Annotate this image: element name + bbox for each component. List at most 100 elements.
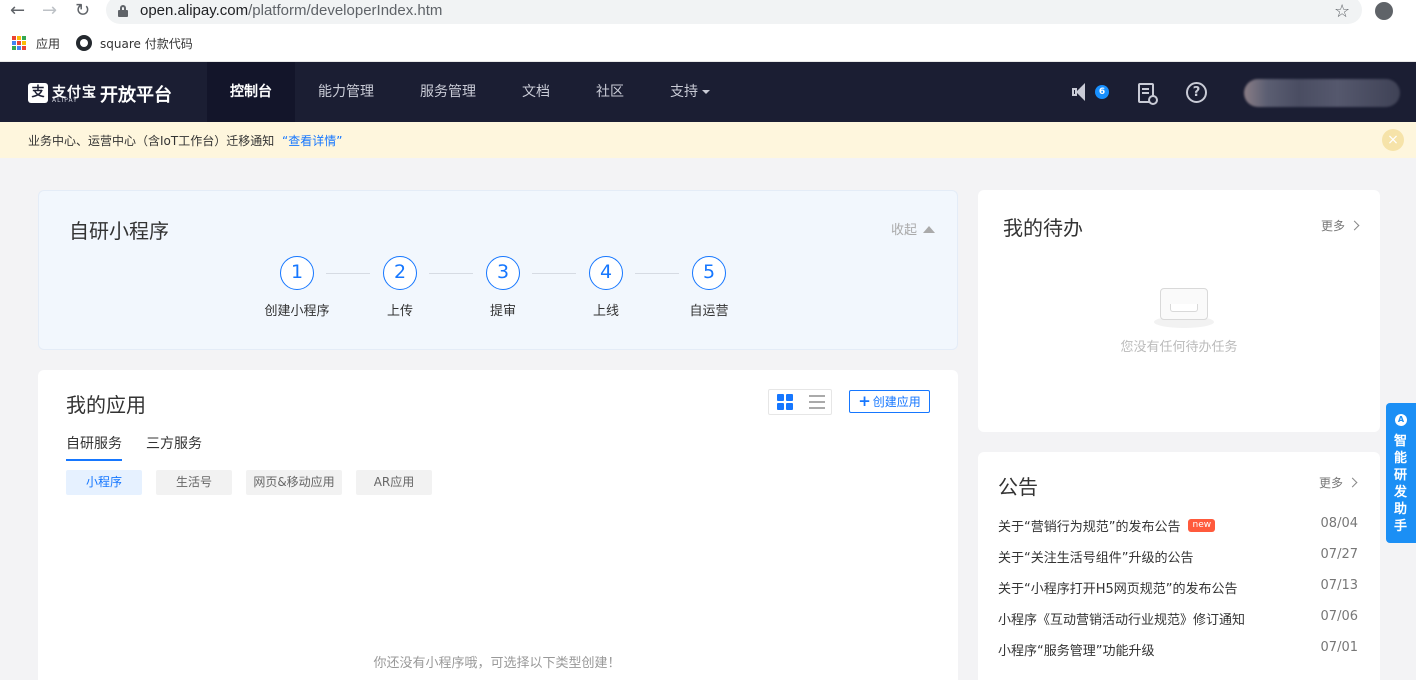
profile-icon[interactable] [1375,2,1393,20]
card-title: 我的应用 [66,393,146,417]
announcement-date: 07/06 [1320,609,1358,624]
announcement-title-text: 关于“营销行为规范”的发布公告 [998,520,1181,535]
step-5-label: 自运营 [689,304,729,319]
reload-icon[interactable]: ↻ [75,2,90,20]
step-4-label: 上线 [592,304,619,319]
caret-up-icon [923,226,936,233]
url-path: /platform/developerIndex.htm [248,2,443,19]
forward-arrow-icon[interactable]: → [42,2,57,20]
announcements-card: 公告 更多 关于“营销行为规范”的发布公告 new 08/04 关于“关注生活号组… [978,452,1380,680]
assistant-label: 智能研发助手 [1394,434,1408,534]
notification-count-badge: 6 [1095,85,1109,99]
card-title: 公告 [998,475,1038,499]
my-apps-card: 我的应用 + 创建应用 自研服务 三方服务 小程序 生活号 网页&移动应用 AR应… [38,370,958,680]
step-connector [532,273,576,274]
bookmark-square-payment-code[interactable]: square 付款代码 [100,35,193,52]
step-3-circle: 3 [486,256,520,290]
tab-third-party[interactable]: 三方服务 [146,433,202,459]
step-connector [326,273,370,274]
create-app-button[interactable]: + 创建应用 [849,390,930,413]
chip-ar[interactable]: AR应用 [356,470,432,495]
nav-tab-support[interactable]: 支持 [658,62,722,122]
collapse-label: 收起 [891,223,918,238]
step-4-circle: 4 [589,256,623,290]
nav-tab-community[interactable]: 社区 [580,62,640,122]
assistant-icon: A [1395,414,1407,426]
empty-todo-message: 您没有任何待办任务 [1120,340,1238,355]
nav-tab-capability[interactable]: 能力管理 [305,62,387,122]
announcement-date: 08/04 [1320,516,1358,531]
announcement-title: 小程序《互动营销活动行业规范》修订通知 [998,613,1246,628]
close-icon[interactable]: × [1382,129,1404,151]
address-bar[interactable]: open.alipay.com/platform/developerIndex.… [106,0,1362,24]
announcement-item[interactable]: 小程序“服务管理”功能升级 07/01 [998,640,1358,660]
announcement-title: 关于“小程序打开H5网页规范”的发布公告 [998,582,1238,597]
empty-apps-message: 你还没有小程序哦，可选择以下类型创建！ [373,656,621,671]
card-title: 我的待办 [1003,216,1083,240]
url-host: open.alipay.com [140,2,249,19]
lock-icon [118,5,128,17]
bookmarks-bar: 应用 square 付款代码 [0,24,1416,62]
create-app-label: 创建应用 [872,395,921,409]
nav-tab-service[interactable]: 服务管理 [407,62,489,122]
chip-web-mobile[interactable]: 网页&移动应用 [246,470,342,495]
step-2-circle: 2 [383,256,417,290]
step-connector [635,273,679,274]
speaker-icon[interactable] [1072,83,1092,101]
apps-grid-icon[interactable] [12,36,26,50]
notice-bar: 业务中心、运营中心（含IoT工作台）迁移通知 “查看详情” × [0,122,1416,158]
chip-miniprogram[interactable]: 小程序 [66,470,142,495]
announcements-more-link[interactable]: 更多 [1319,474,1358,491]
step-2-label: 上传 [386,304,413,319]
step-1-label: 创建小程序 [264,304,330,319]
announcement-item[interactable]: 关于“小程序打开H5网页规范”的发布公告 07/13 [998,578,1358,598]
app-header: 支 支付宝 ALIPAY 开放平台 控制台 能力管理 服务管理 文档 社区 支持… [0,62,1416,122]
bookmark-star-icon[interactable]: ☆ [1334,1,1350,22]
more-label: 更多 [1319,476,1344,490]
nav-tab-label: 控制台 [230,84,272,100]
chevron-right-icon [1347,477,1358,488]
tab-self-developed[interactable]: 自研服务 [66,433,122,461]
nav-tab-label: 文档 [522,84,550,100]
plus-icon: + [858,392,871,410]
step-1-circle: 1 [280,256,314,290]
chevron-right-icon [1349,220,1360,231]
list-view-icon[interactable] [809,395,825,409]
announcement-date: 07/27 [1320,547,1358,562]
clock-icon [1148,95,1158,105]
todo-more-link[interactable]: 更多 [1321,217,1360,234]
announcement-title: 关于“营销行为规范”的发布公告 new [998,516,1216,535]
announcement-date: 07/13 [1320,578,1358,593]
chip-lifestyle[interactable]: 生活号 [156,470,232,495]
card-title: 自研小程序 [69,219,169,243]
grid-view-icon[interactable] [777,394,793,410]
nav-tab-label: 社区 [596,84,624,100]
github-icon [76,35,92,51]
more-label: 更多 [1321,219,1346,233]
chevron-down-icon [702,90,710,94]
new-badge: new [1188,519,1216,532]
nav-tab-label: 服务管理 [420,84,476,100]
nav-tab-console[interactable]: 控制台 [207,62,295,122]
bookmark-apps[interactable]: 应用 [36,35,60,52]
notice-details-link[interactable]: “查看详情” [282,132,342,149]
back-arrow-icon[interactable]: ← [10,2,25,20]
url-text[interactable]: open.alipay.com/platform/developerIndex.… [140,2,442,19]
announcement-title: 关于“关注生活号组件”升级的公告 [998,551,1194,566]
alipay-logo-icon: 支 [28,83,48,103]
nav-tab-docs[interactable]: 文档 [506,62,566,122]
announcement-item[interactable]: 小程序《互动营销活动行业规范》修订通知 07/06 [998,609,1358,629]
smart-assistant-tab[interactable]: A 智能研发助手 [1386,403,1416,543]
platform-title[interactable]: 开放平台 [100,81,172,107]
step-connector [429,273,473,274]
announcement-item[interactable]: 关于“营销行为规范”的发布公告 new 08/04 [998,516,1358,536]
collapse-button[interactable]: 收起 [891,219,936,238]
miniprogram-steps-card: 自研小程序 收起 1 2 3 4 5 创建小程序 上传 提审 上线 自运营 [38,190,958,350]
nav-tab-label: 支持 [670,84,698,100]
announcement-item[interactable]: 关于“关注生活号组件”升级的公告 07/27 [998,547,1358,567]
help-icon[interactable]: ? [1186,82,1207,103]
view-toggle [768,389,832,415]
nav-tab-label: 能力管理 [318,84,374,100]
user-account-menu[interactable] [1244,79,1400,107]
step-3-label: 提审 [489,304,516,319]
